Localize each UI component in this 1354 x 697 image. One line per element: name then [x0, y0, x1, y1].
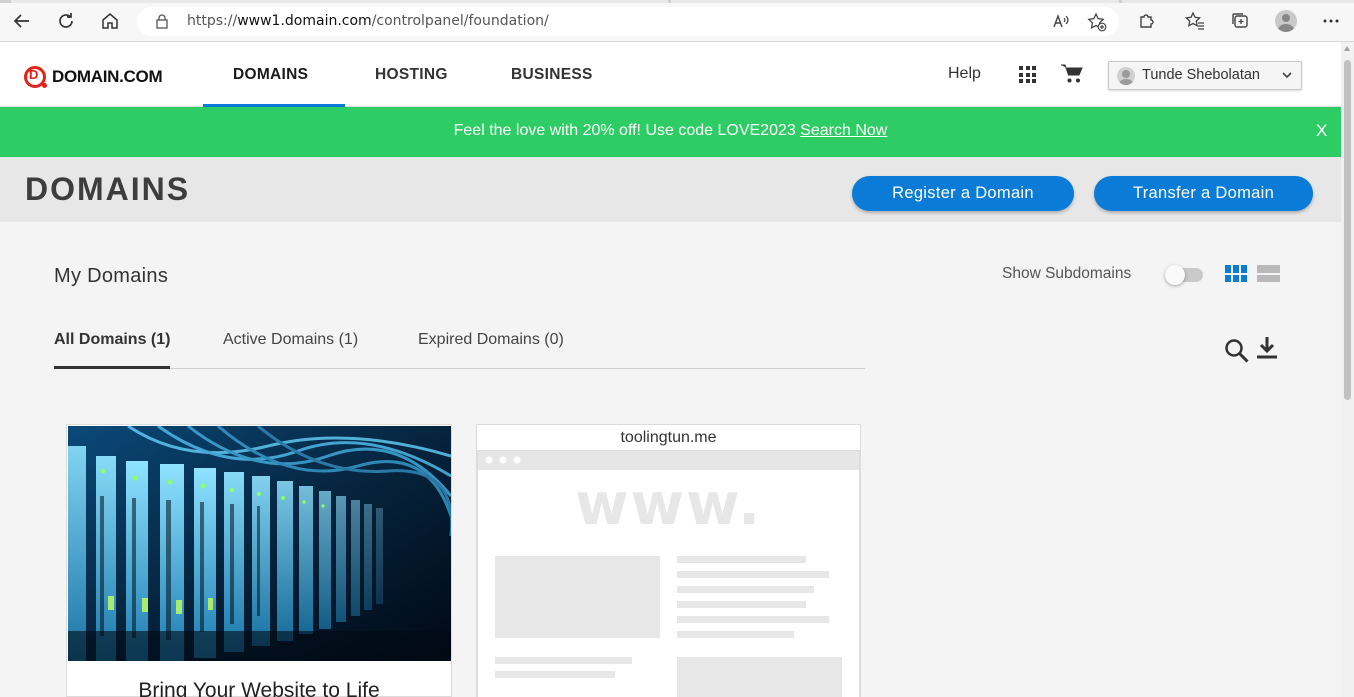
show-subdomains-toggle[interactable] — [1165, 265, 1203, 285]
browser-menu-button[interactable] — [1320, 10, 1342, 32]
back-button[interactable] — [10, 9, 34, 33]
refresh-button[interactable] — [54, 9, 78, 33]
collections-button[interactable] — [1229, 10, 1251, 32]
chevron-down-icon — [1282, 72, 1292, 79]
favorites-star-icon — [1185, 11, 1204, 30]
server-rack-image — [68, 426, 451, 661]
more-dots-icon — [1323, 19, 1339, 23]
promo-close-button[interactable]: X — [1316, 121, 1327, 141]
download-icon[interactable] — [1256, 336, 1278, 360]
show-subdomains-label: Show Subdomains — [1002, 265, 1132, 282]
domain-name: toolingtun.me — [620, 429, 717, 446]
logo-text: DOMAIN.COM — [52, 67, 163, 86]
puzzle-icon — [1140, 14, 1154, 28]
my-domains-section: My Domains Show Subdomains All Domains (… — [0, 222, 1341, 697]
logo-mark-icon — [24, 66, 47, 88]
section-title: My Domains — [54, 265, 169, 287]
nav-hosting[interactable]: HOSTING — [375, 42, 448, 107]
collections-icon — [1232, 13, 1248, 28]
home-icon — [102, 13, 118, 29]
transfer-domain-button[interactable]: Transfer a Domain — [1094, 176, 1313, 211]
tab-expired-domains[interactable]: Expired Domains (0) — [418, 331, 564, 369]
scroll-up-icon[interactable] — [1344, 46, 1350, 51]
extensions-button[interactable] — [1136, 10, 1158, 32]
page-scrollbar[interactable] — [1341, 42, 1354, 697]
home-button[interactable] — [98, 9, 122, 33]
tab-strip-edge — [0, 0, 1354, 3]
user-name: Tunde Shebolatan — [1142, 67, 1260, 83]
domain-card[interactable]: toolingtun.me www. — [476, 424, 861, 697]
tab-active-domains[interactable]: Active Domains (1) — [223, 331, 358, 369]
tab-all-domains[interactable]: All Domains (1) — [54, 331, 171, 369]
read-aloud-icon[interactable] — [1051, 12, 1071, 32]
page-title: DOMAINS — [25, 171, 191, 207]
domain-filter-tabs: All Domains (1) Active Domains (1) Expir… — [54, 327, 865, 369]
apps-grid-icon[interactable] — [1019, 66, 1036, 83]
nav-business[interactable]: BUSINESS — [511, 42, 593, 107]
register-domain-button[interactable]: Register a Domain — [852, 176, 1074, 211]
address-bar[interactable]: https://www1.domain.com/controlpanel/fou… — [137, 7, 1119, 36]
refresh-icon — [59, 13, 73, 28]
back-arrow-icon — [13, 14, 29, 28]
help-link[interactable]: Help — [948, 65, 981, 83]
promo-search-link[interactable]: Search Now — [800, 122, 887, 139]
www-placeholder-text: www. — [574, 470, 763, 538]
toggle-knob — [1165, 265, 1185, 285]
lock-icon — [156, 14, 168, 29]
browser-profile-avatar[interactable] — [1275, 10, 1297, 32]
grid-view-icon[interactable] — [1225, 265, 1247, 282]
browser-toolbar: https://www1.domain.com/controlpanel/fou… — [0, 0, 1354, 42]
promo-banner: Feel the love with 20% off! Use code LOV… — [0, 107, 1341, 157]
search-icon[interactable] — [1224, 338, 1250, 364]
page-header: DOMAINS Register a Domain Transfer a Dom… — [0, 157, 1341, 222]
add-favorite-icon[interactable] — [1087, 12, 1107, 32]
cart-icon[interactable] — [1060, 63, 1084, 85]
card-caption: Bring Your Website to Life — [138, 679, 380, 697]
user-account-dropdown[interactable]: Tunde Shebolatan — [1108, 61, 1302, 90]
scrollbar-thumb[interactable] — [1344, 60, 1351, 400]
list-view-icon[interactable] — [1257, 265, 1280, 282]
domain-com-logo[interactable]: DOMAIN.COM — [24, 66, 163, 88]
website-builder-card[interactable]: Bring Your Website to Life — [66, 424, 452, 697]
favorites-button[interactable] — [1184, 10, 1206, 32]
user-avatar-icon — [1117, 67, 1135, 85]
promo-message: Feel the love with 20% off! Use code LOV… — [453, 122, 888, 139]
nav-domains[interactable]: DOMAINS — [233, 42, 308, 107]
url-text: https://www1.domain.com/controlpanel/fou… — [187, 13, 549, 29]
